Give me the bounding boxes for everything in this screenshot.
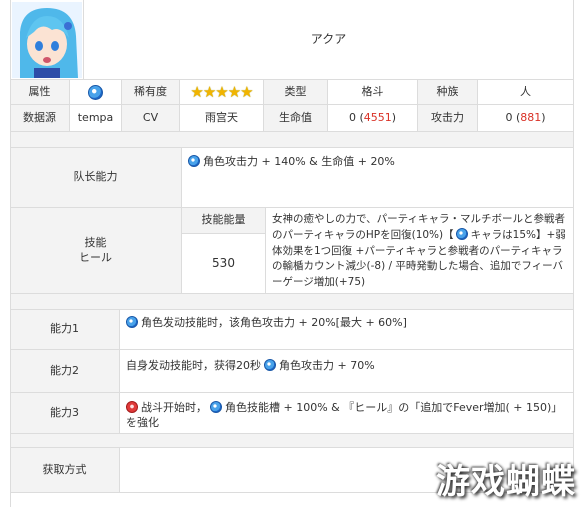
- star-icon: ★★★★★: [190, 82, 253, 101]
- leader-label: 队长能力: [10, 148, 182, 208]
- red-orb-icon: [126, 401, 138, 413]
- attack-max: 881: [520, 110, 542, 124]
- ability1-label: 能力1: [10, 310, 120, 350]
- ability2-label: 能力2: [10, 350, 120, 393]
- attribute-label: 属性: [10, 80, 70, 105]
- ability1-text: 角色发动技能时，该角色攻击力 + 20%[最大 + 60%]: [120, 310, 574, 350]
- leader-text: 角色攻击力 + 140% & 生命值 + 20%: [182, 148, 574, 208]
- data-source-value: tempa: [70, 105, 122, 132]
- portrait-cell: [10, 0, 84, 80]
- hp-max: 4551: [363, 110, 392, 124]
- attack-value: 0 (881): [478, 105, 574, 132]
- skill-label: 技能 ヒール: [10, 208, 182, 294]
- watermark: 游戏蝴蝶: [436, 462, 576, 502]
- character-avatar: [11, 1, 82, 78]
- data-source-label: 数据源: [10, 105, 70, 132]
- blue-orb-icon: [126, 316, 138, 328]
- blue-orb-icon: [210, 401, 222, 413]
- skill-text: 女神の癒やしの力で、パーティキャラ・マルチボールと参戦者のパーティキャラのHPを…: [266, 208, 574, 294]
- spacer-row: [10, 294, 574, 310]
- cv-value: 雨宫天: [180, 105, 264, 132]
- blue-orb-icon: [455, 227, 468, 240]
- blue-orb-icon: [88, 84, 103, 100]
- race-value: 人: [478, 80, 574, 105]
- cv-label: CV: [122, 105, 180, 132]
- spacer-row: [10, 434, 574, 448]
- blue-orb-icon: [264, 359, 276, 371]
- ability3-text: 战斗开始时， 角色技能槽 + 100% & 『ヒール』の「追加でFever増加( …: [120, 393, 574, 434]
- attack-label: 攻击力: [418, 105, 478, 132]
- spacer-row: [10, 132, 574, 148]
- type-label: 类型: [264, 80, 328, 105]
- type-value: 格斗: [328, 80, 418, 105]
- attribute-value: [70, 80, 122, 105]
- hp-label: 生命值: [264, 105, 328, 132]
- acquire-label: 获取方式: [10, 448, 120, 493]
- character-name: アクア: [84, 0, 574, 80]
- blue-orb-icon: [188, 155, 200, 167]
- skill-energy-label: 技能能量: [182, 208, 266, 234]
- race-label: 种族: [418, 80, 478, 105]
- ability3-label: 能力3: [10, 393, 120, 434]
- rarity-label: 稀有度: [122, 80, 180, 105]
- ability2-text: 自身发动技能时，获得20秒 角色攻击力 + 70%: [120, 350, 574, 393]
- skill-energy-value: 530: [182, 234, 266, 294]
- rarity-stars: ★★★★★: [180, 80, 264, 105]
- hp-value: 0 (4551): [328, 105, 418, 132]
